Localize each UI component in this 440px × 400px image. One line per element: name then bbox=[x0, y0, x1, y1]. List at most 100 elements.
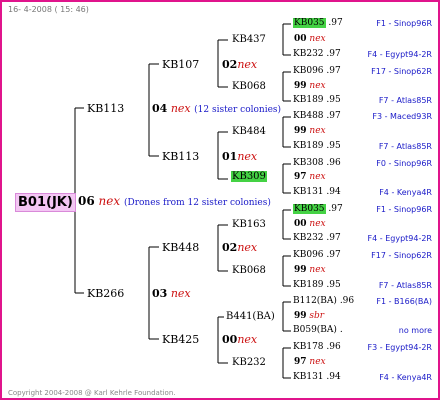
gen1-note: (Drones from 12 sister colonies) bbox=[123, 198, 271, 208]
gen4-node-3[interactable]: KB484 bbox=[232, 127, 266, 137]
gen4-node-4-nex: nex bbox=[309, 172, 326, 182]
gen5-row-13[interactable]: B112(BA) .96 bbox=[293, 297, 354, 306]
gen4-node-2-nex: nex bbox=[309, 81, 326, 91]
gen3-node-2[interactable]: KB113 bbox=[162, 151, 199, 162]
gen5-row-15-origin[interactable]: F3 - Egypt94-2R bbox=[368, 344, 432, 352]
gen4-node-1-year: 00 bbox=[294, 34, 307, 44]
gen5-row-6-pct: .95 bbox=[326, 141, 341, 151]
gen4-node-4-year: 97 bbox=[294, 172, 307, 182]
gen5-row-5-origin[interactable]: F3 - Maced93R bbox=[372, 113, 432, 121]
gen5-row-9-origin[interactable]: F1 - Sinop96R bbox=[376, 206, 432, 214]
gen5-row-12[interactable]: KB189 .95 bbox=[293, 281, 341, 290]
gen5-row-4-label: KB189 bbox=[293, 95, 324, 105]
gen5-row-9-label: KB035 bbox=[293, 204, 326, 214]
gen5-row-3-origin[interactable]: F17 - Sinop62R bbox=[371, 68, 432, 76]
gen2-node-1[interactable]: KB113 bbox=[87, 103, 124, 114]
gen5-row-13-label: B112(BA) bbox=[293, 296, 337, 306]
gen5-row-11-origin[interactable]: F17 - Sinop62R bbox=[371, 252, 432, 260]
gen3-node-4[interactable]: KB425 bbox=[162, 334, 199, 345]
gen5-row-10-origin[interactable]: F4 - Egypt94-2R bbox=[368, 235, 432, 243]
gen5-row-6-origin[interactable]: F7 - Atlas85R bbox=[379, 143, 432, 151]
gen3-node-4-year: 00 bbox=[222, 333, 238, 346]
gen5-row-6[interactable]: KB189 .95 bbox=[293, 142, 341, 151]
gen5-row-10[interactable]: KB232 .97 bbox=[293, 234, 341, 243]
gen5-row-2[interactable]: KB232 .97 bbox=[293, 50, 341, 59]
gen4-node-6-nex: nex bbox=[309, 265, 326, 275]
gen4-node-1-nex: nex bbox=[309, 34, 326, 44]
gen5-row-10-label: KB232 bbox=[293, 233, 324, 243]
gen4-node-2[interactable]: KB068 bbox=[232, 82, 266, 92]
gen5-row-11[interactable]: KB096 .97 bbox=[293, 251, 341, 260]
copyright-footer: Copyright 2004-2008 @ Karl Kehrle Founda… bbox=[8, 389, 176, 397]
gen5-row-2-origin[interactable]: F4 - Egypt94-2R bbox=[368, 51, 432, 59]
gen4-node-8-info: 97 nex bbox=[294, 358, 326, 367]
gen1-nex: nex bbox=[98, 194, 121, 208]
gen5-row-8-origin[interactable]: F4 - Kenya4R bbox=[379, 189, 432, 197]
gen5-row-5[interactable]: KB488 .97 bbox=[293, 112, 341, 121]
gen5-row-11-label: KB096 bbox=[293, 250, 324, 260]
gen5-row-2-pct: .97 bbox=[326, 49, 341, 59]
gen5-row-16[interactable]: KB131 .94 bbox=[293, 373, 341, 382]
gen4-node-7-nex: sbr bbox=[309, 311, 325, 321]
gen5-row-16-origin[interactable]: F4 - Kenya4R bbox=[379, 374, 432, 382]
gen3-node-1-nex: nex bbox=[237, 58, 258, 71]
gen3-node-2-info: 01nex bbox=[222, 151, 257, 162]
gen4-node-8-year: 97 bbox=[294, 357, 307, 367]
root-queen[interactable]: B01(JK) bbox=[15, 193, 76, 212]
gen4-node-5[interactable]: KB163 bbox=[232, 220, 266, 230]
gen3-node-4-nex: nex bbox=[237, 333, 258, 346]
gen1-year: 06 bbox=[78, 194, 95, 208]
gen5-row-8[interactable]: KB131 .94 bbox=[293, 188, 341, 197]
gen5-row-16-label: KB131 bbox=[293, 372, 324, 382]
pedigree-frame: 16- 4-2008 ( 15: 46) B01(JK) 06 nex (Dro… bbox=[0, 0, 440, 400]
gen4-node-1[interactable]: KB437 bbox=[232, 35, 266, 45]
gen1-node: 06 nex (Drones from 12 sister colonies) bbox=[78, 195, 271, 208]
gen5-row-3[interactable]: KB096 .97 bbox=[293, 67, 341, 76]
gen5-row-12-origin[interactable]: F7 - Atlas85R bbox=[379, 282, 432, 290]
gen4-node-2-year: 99 bbox=[294, 81, 307, 91]
gen5-row-4[interactable]: KB189 .95 bbox=[293, 96, 341, 105]
gen4-node-7[interactable]: B441(BA) bbox=[226, 312, 275, 322]
gen5-row-9[interactable]: KB035 .97 bbox=[293, 204, 343, 214]
gen5-row-7-origin[interactable]: F0 - Sinop96R bbox=[376, 160, 432, 168]
gen5-row-3-pct: .97 bbox=[326, 66, 341, 76]
gen4-node-3-year: 99 bbox=[294, 126, 307, 136]
gen5-row-7-label: KB308 bbox=[293, 158, 324, 168]
gen2-node-2-info: 03 nex bbox=[152, 288, 191, 299]
gen2-node-2[interactable]: KB266 bbox=[87, 288, 124, 299]
gen3-node-3[interactable]: KB448 bbox=[162, 242, 199, 253]
gen5-row-13-origin[interactable]: F1 - B166(BA) bbox=[376, 298, 432, 306]
gen5-row-7[interactable]: KB308 .96 bbox=[293, 159, 341, 168]
gen5-row-1[interactable]: KB035 .97 bbox=[293, 18, 343, 28]
gen4-node-2-info: 99 nex bbox=[294, 82, 326, 91]
gen4-node-4[interactable]: KB309 bbox=[231, 171, 267, 182]
gen5-row-5-pct: .97 bbox=[326, 111, 341, 121]
gen3-node-4-info: 00nex bbox=[222, 334, 257, 345]
gen4-node-7-info: 99 sbr bbox=[294, 312, 324, 321]
gen5-row-14-pct: . bbox=[339, 325, 343, 335]
gen5-row-11-pct: .97 bbox=[326, 250, 341, 260]
gen2-node-2-year: 03 bbox=[152, 287, 168, 300]
gen5-row-12-label: KB189 bbox=[293, 280, 324, 290]
gen4-node-4-info: 97 nex bbox=[294, 173, 326, 182]
gen5-row-15-label: KB178 bbox=[293, 342, 324, 352]
gen5-row-4-origin[interactable]: F7 - Atlas85R bbox=[379, 97, 432, 105]
gen3-node-2-nex: nex bbox=[237, 150, 258, 163]
gen4-node-5-year: 00 bbox=[294, 219, 307, 229]
gen4-node-8[interactable]: KB232 bbox=[232, 358, 266, 368]
gen4-node-5-nex: nex bbox=[309, 219, 326, 229]
gen3-node-1[interactable]: KB107 bbox=[162, 59, 199, 70]
gen5-row-4-pct: .95 bbox=[326, 95, 341, 105]
gen5-row-1-pct: .97 bbox=[328, 18, 343, 28]
gen3-node-3-nex: nex bbox=[237, 241, 258, 254]
gen5-row-13-pct: .96 bbox=[339, 296, 355, 306]
gen5-row-14-origin[interactable]: no more bbox=[399, 327, 432, 335]
gen4-node-3-info: 99 nex bbox=[294, 127, 326, 136]
gen2-node-1-note: (12 sister colonies) bbox=[194, 105, 282, 115]
gen4-node-6[interactable]: KB068 bbox=[232, 266, 266, 276]
gen5-row-1-origin[interactable]: F1 - Sinop96R bbox=[376, 20, 432, 28]
gen5-row-15[interactable]: KB178 .96 bbox=[293, 343, 341, 352]
gen5-row-6-label: KB189 bbox=[293, 141, 324, 151]
gen4-node-1-info: 00 nex bbox=[294, 35, 326, 44]
gen5-row-14[interactable]: B059(BA) . bbox=[293, 326, 343, 335]
